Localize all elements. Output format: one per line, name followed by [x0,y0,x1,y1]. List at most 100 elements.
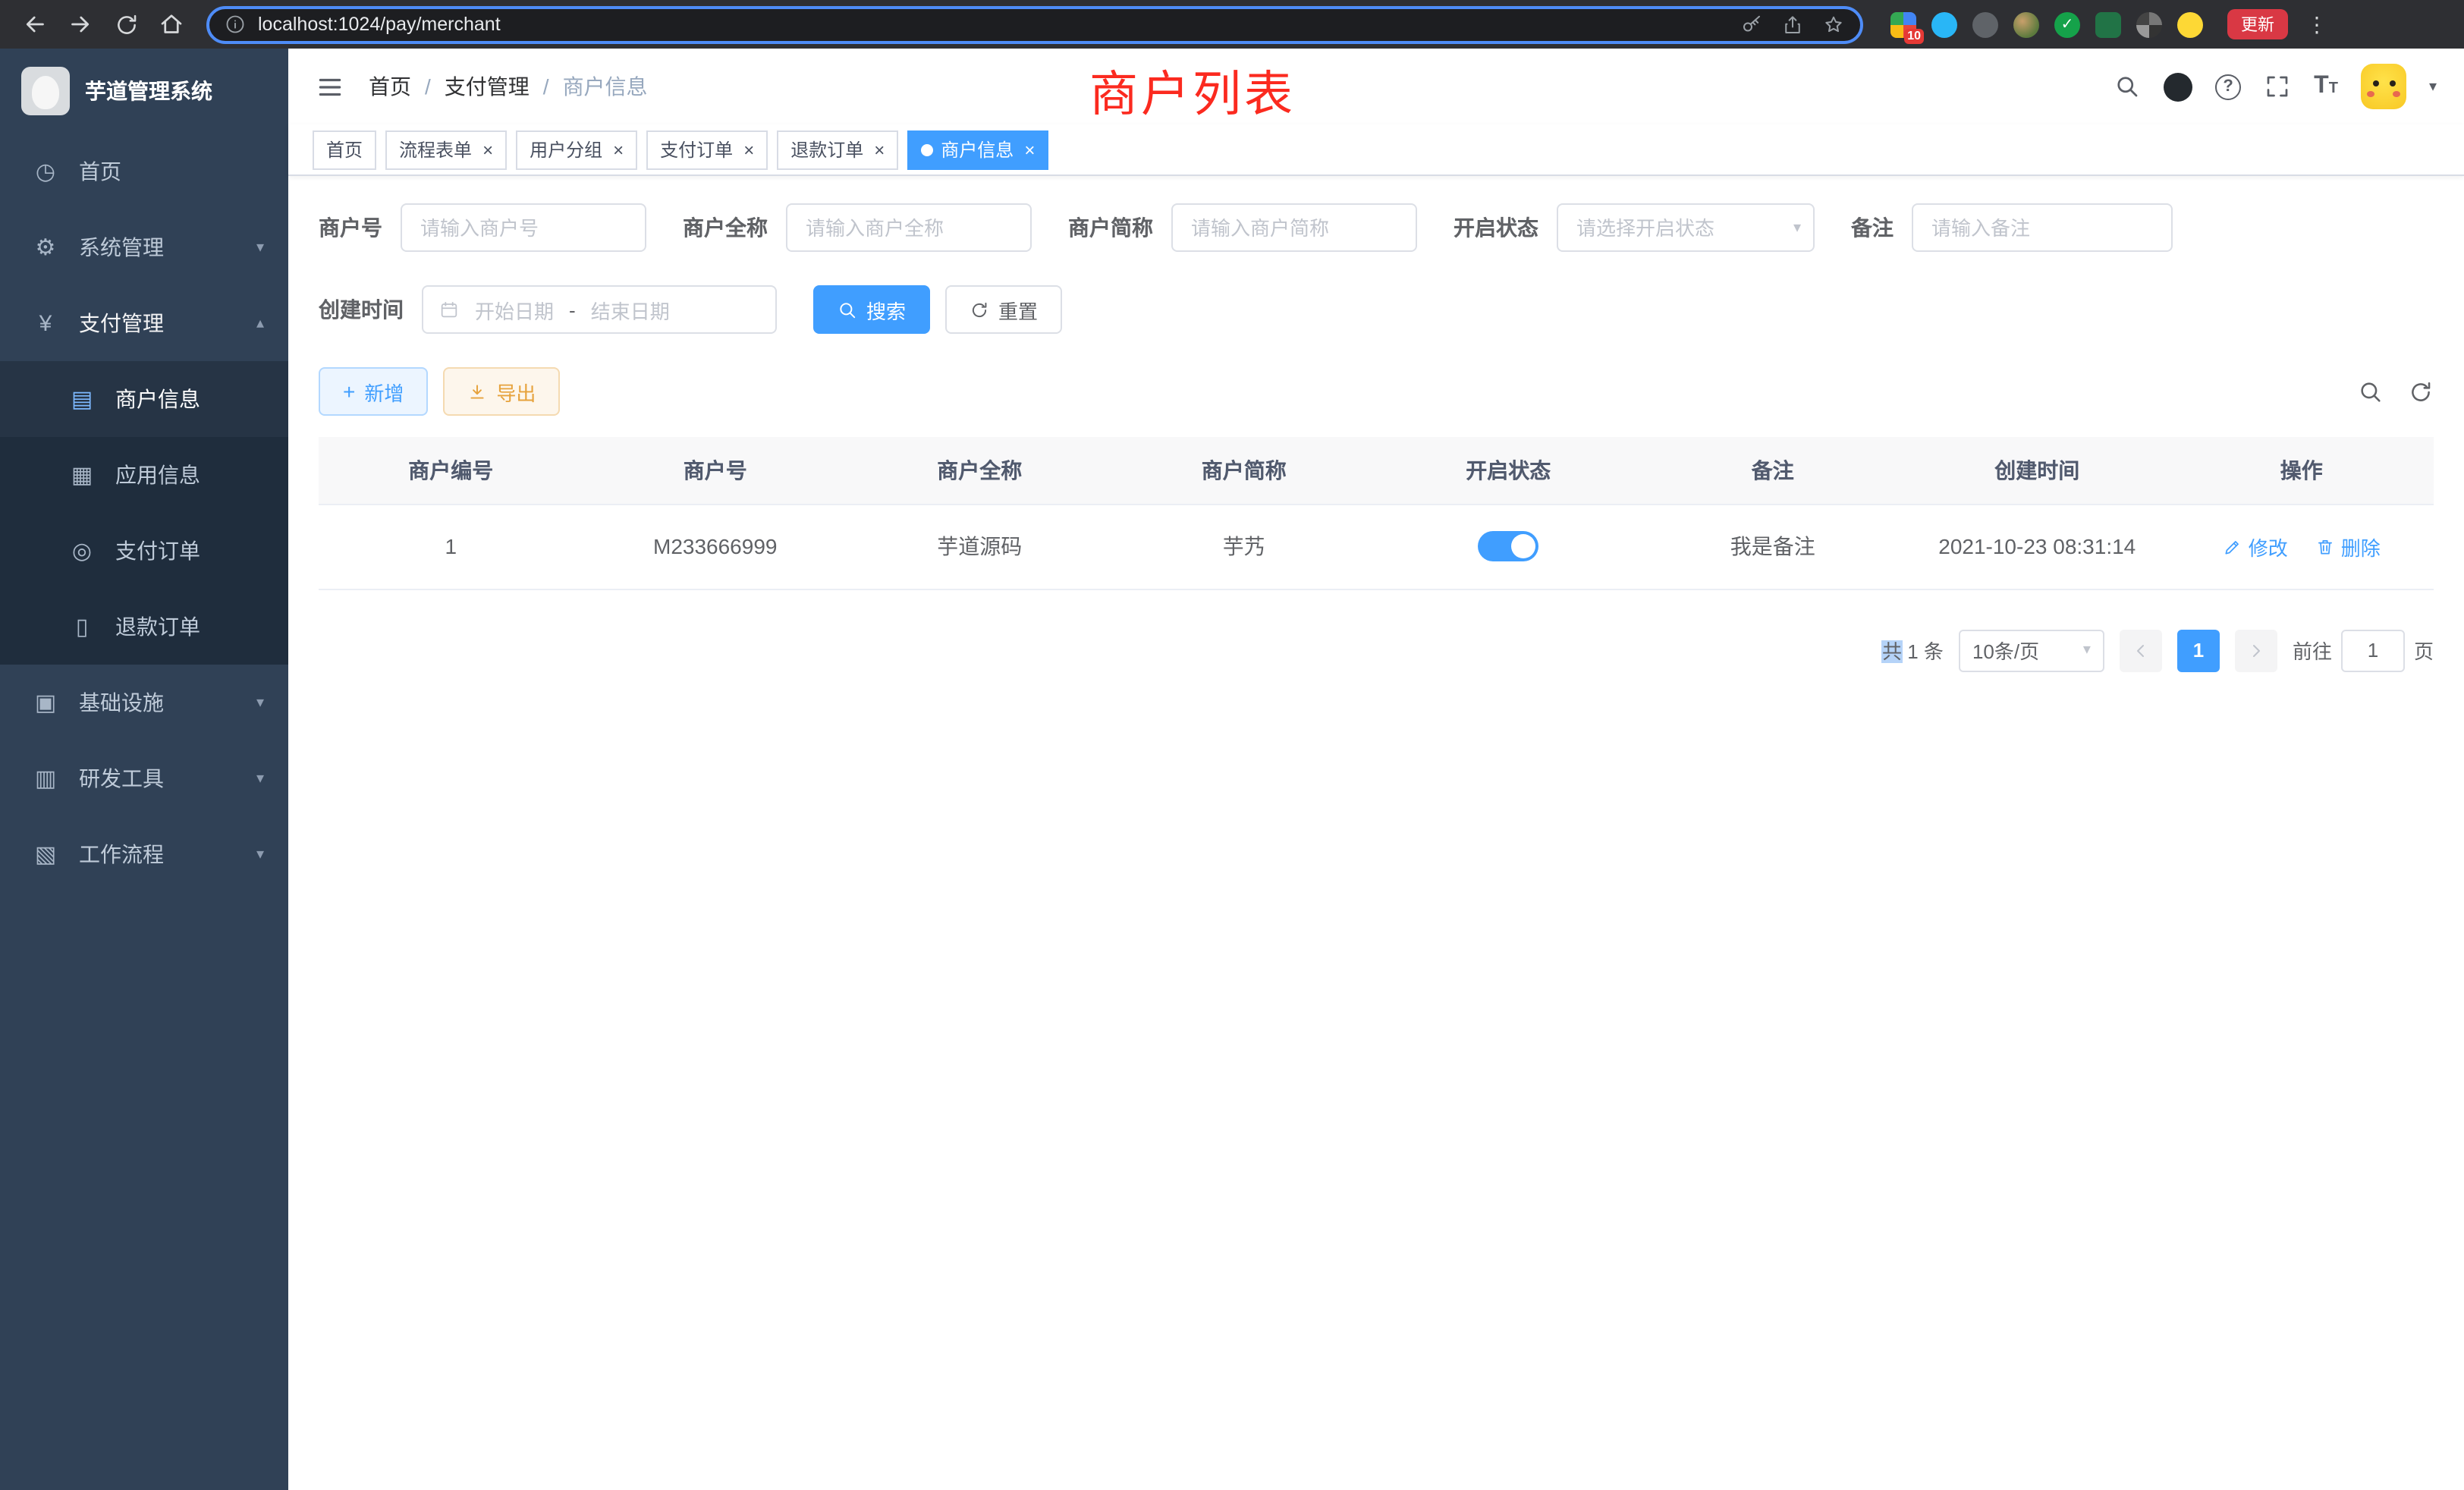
extension-square-icon[interactable] [2095,11,2121,37]
trash-icon [2315,536,2335,556]
short-name-input[interactable] [1171,203,1417,252]
date-end-placeholder: 结束日期 [591,295,670,324]
download-icon [467,382,487,401]
remark-label: 备注 [1851,212,1894,243]
password-key-icon[interactable] [1740,13,1763,36]
merchant-table: 商户编号 商户号 商户全称 商户简称 开启状态 备注 创建时间 操作 1 [319,437,2434,589]
browser-forward-icon[interactable] [61,5,100,44]
share-icon[interactable] [1781,13,1804,36]
sidebar-item-payment[interactable]: ¥ 支付管理 ▴ [0,285,288,361]
fullscreen-icon[interactable] [2264,73,2291,100]
calendar-icon [438,299,460,320]
tab-home[interactable]: 首页 [313,130,376,169]
goto-page: 前往 页 [2293,629,2434,671]
close-icon[interactable]: × [743,140,754,159]
extension-check-icon[interactable]: ✓ [2054,11,2080,37]
page-size-select[interactable]: 10条/页 ▾ [1959,629,2104,671]
help-icon[interactable]: ? [2215,74,2241,99]
header-search-icon[interactable] [2114,73,2141,100]
tab-refund-orders[interactable]: 退款订单 × [777,130,898,169]
date-start-placeholder: 开始日期 [475,295,554,324]
add-button[interactable]: + 新增 [319,367,428,416]
table-header-row: 商户编号 商户号 商户全称 商户简称 开启状态 备注 创建时间 操作 [319,437,2434,504]
grid-icon: ▦ [67,461,97,489]
github-icon[interactable] [2164,72,2192,101]
reset-button[interactable]: 重置 [945,285,1062,334]
sidebar-item-infrastructure[interactable]: ▣ 基础设施 ▾ [0,665,288,740]
delete-link[interactable]: 删除 [2315,532,2381,561]
refresh-table-icon[interactable] [2408,379,2434,404]
merchant-no-label: 商户号 [319,212,382,243]
col-actions: 操作 [2170,437,2434,504]
screen: localhost:1024/pay/merchant 10 ✓ 更新 ⋮ [0,0,2464,1490]
close-icon[interactable]: × [874,140,885,159]
gear-icon: ⚙ [30,234,61,261]
remark-input[interactable] [1912,203,2173,252]
cell-full-name: 芋道源码 [847,504,1112,589]
bookmark-star-icon[interactable] [1822,13,1845,36]
cell-merchant-id: 1 [319,504,583,589]
browser-home-icon[interactable] [152,5,191,44]
breadcrumb-home[interactable]: 首页 [369,71,411,102]
chevron-down-icon: ▾ [256,770,264,787]
cell-create-time: 2021-10-23 08:31:14 [1905,504,2170,589]
url-bar[interactable]: localhost:1024/pay/merchant [206,5,1863,43]
browser-toolbar: localhost:1024/pay/merchant 10 ✓ 更新 ⋮ [0,0,2464,49]
sidebar-item-home[interactable]: ◷ 首页 [0,134,288,209]
full-name-input[interactable] [786,203,1032,252]
app-title: 芋道管理系统 [85,76,212,106]
browser-profile-avatar[interactable] [2013,11,2039,37]
extension-pinwheel-icon[interactable] [2136,11,2162,37]
next-page-button[interactable] [2235,629,2277,671]
search-button[interactable]: 搜索 [813,285,930,334]
sidebar-item-dev-tools[interactable]: ▥ 研发工具 ▾ [0,740,288,816]
tab-pay-orders[interactable]: 支付订单 × [646,130,768,169]
browser-reload-icon[interactable] [106,5,146,44]
breadcrumb-payment[interactable]: 支付管理 [445,71,530,102]
sidebar-item-pay-orders[interactable]: ◎ 支付订单 [0,513,288,589]
app-logo: 芋道管理系统 [0,49,288,134]
sidebar-item-system[interactable]: ⚙ 系统管理 ▾ [0,209,288,285]
status-toggle[interactable] [1478,531,1538,561]
col-status: 开启状态 [1376,437,1641,504]
monitor-icon: ▣ [30,689,61,716]
user-avatar[interactable] [2361,64,2406,109]
pagination-total: 共 1 条 [1882,636,1944,665]
merchant-no-input[interactable] [401,203,646,252]
logo-image [21,67,70,115]
status-select[interactable] [1557,203,1815,252]
browser-update-button[interactable]: 更新 [2227,9,2288,39]
breadcrumb: 首页 / 支付管理 / 商户信息 [369,71,648,102]
chevron-down-icon: ▾ [2083,642,2091,659]
close-icon[interactable]: × [1024,140,1035,159]
sidebar-item-app-info[interactable]: ▦ 应用信息 [0,437,288,513]
extension-drop-icon[interactable] [1931,11,1957,37]
export-button[interactable]: 导出 [443,367,560,416]
prev-page-button[interactable] [2120,629,2162,671]
col-merchant-id: 商户编号 [319,437,583,504]
col-merchant-no: 商户号 [583,437,848,504]
goto-page-input[interactable] [2341,629,2405,671]
edit-link[interactable]: 修改 [2223,532,2288,561]
sidebar-item-merchant-info[interactable]: ▤ 商户信息 [0,361,288,437]
sidebar-item-refund-orders[interactable]: ▯ 退款订单 [0,589,288,665]
tab-user-group[interactable]: 用户分组 × [516,130,637,169]
sidebar-item-workflow[interactable]: ▧ 工作流程 ▾ [0,816,288,892]
close-icon[interactable]: × [613,140,624,159]
show-search-icon[interactable] [2358,379,2384,404]
card-icon: ▤ [67,385,97,413]
user-menu-caret-icon[interactable]: ▾ [2429,78,2437,95]
app-navbar: 首页 / 支付管理 / 商户信息 ? TT [288,49,2464,124]
extension-grid-icon[interactable]: 10 [1890,11,1916,37]
extension-dark-icon[interactable] [1972,11,1998,37]
close-icon[interactable]: × [482,140,493,159]
sidebar-collapse-icon[interactable] [316,72,344,101]
create-time-range-picker[interactable]: 开始日期 - 结束日期 [422,285,777,334]
page-1-button[interactable]: 1 [2177,629,2220,671]
browser-menu-icon[interactable]: ⋮ [2306,11,2327,37]
font-size-icon[interactable]: TT [2314,74,2338,99]
extension-emoji-icon[interactable] [2177,11,2203,37]
tab-merchant-info[interactable]: 商户信息 × [907,130,1048,169]
tab-process-form[interactable]: 流程表单 × [385,130,507,169]
browser-back-icon[interactable] [15,5,55,44]
